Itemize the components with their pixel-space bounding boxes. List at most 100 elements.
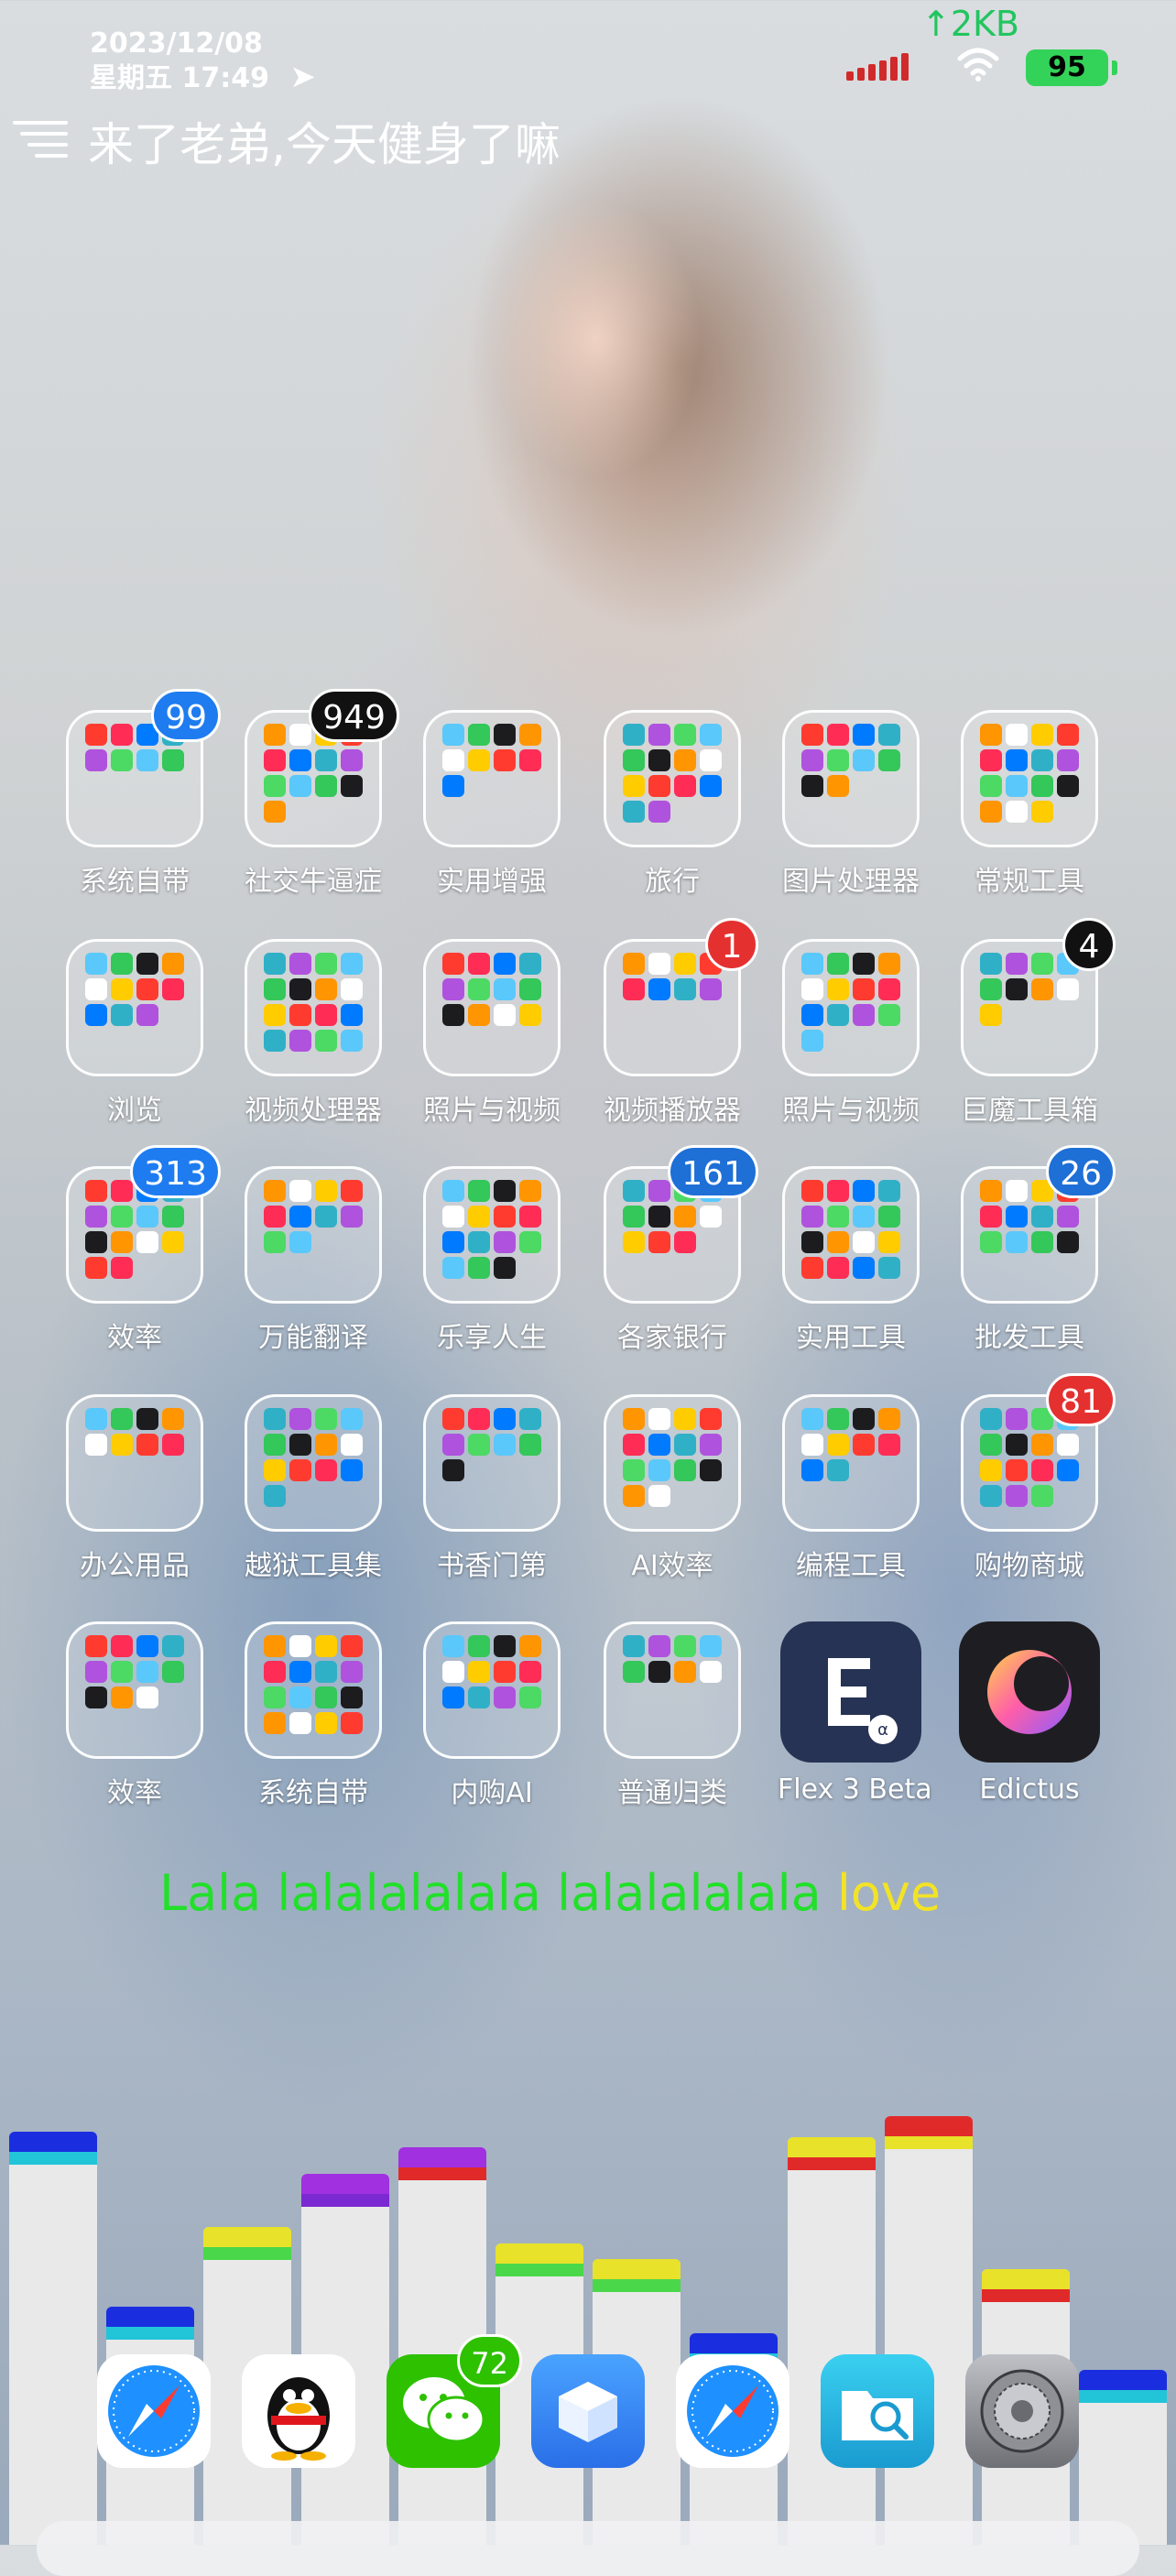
folder-item[interactable]: 常规工具 (956, 710, 1103, 899)
folder-item[interactable]: 照片与视频 (419, 939, 565, 1128)
mini-app-icon (264, 1231, 286, 1253)
folder-item[interactable]: 万能翻译 (240, 1166, 387, 1355)
dock-safari-icon[interactable] (97, 2354, 211, 2468)
mini-app-icon (111, 1408, 133, 1430)
folder-item[interactable]: 313 效率 (61, 1145, 221, 1355)
folder-item[interactable]: 效率 (61, 1621, 208, 1810)
mini-app-icon (264, 1408, 286, 1430)
mini-app-icon (801, 978, 823, 1000)
dock-file-search-icon[interactable] (821, 2354, 934, 2468)
folder-item[interactable]: 办公用品 (61, 1394, 208, 1583)
mini-app-icon (980, 724, 1002, 746)
mini-app-icon (289, 1180, 311, 1202)
mini-app-icon (341, 1004, 363, 1026)
mini-app-icon (468, 1661, 490, 1683)
mini-app-icon (801, 953, 823, 975)
folder-icon (961, 710, 1098, 847)
mini-app-icon (468, 1408, 490, 1430)
mini-app-icon (1006, 1206, 1028, 1228)
app-edictus-app[interactable]: Edictus (956, 1621, 1103, 1806)
dock-safari-icon[interactable] (676, 2354, 789, 2468)
mini-app-icon (442, 1434, 464, 1456)
folder-icon (604, 1394, 741, 1532)
folder-item[interactable]: 81 购物商城 (956, 1373, 1116, 1583)
mini-app-icon (341, 978, 363, 1000)
mini-app-icon (85, 1686, 107, 1708)
dock: 72 (0, 2334, 1176, 2473)
mini-app-icon (801, 1257, 823, 1279)
folder-item[interactable]: 4 巨魔工具箱 (956, 918, 1116, 1128)
mini-app-icon (700, 724, 722, 746)
mini-app-icon (980, 1459, 1002, 1481)
dock-wechat-icon[interactable]: 72 (387, 2334, 522, 2468)
mini-app-icon (519, 1635, 541, 1657)
mini-app-icon (85, 1231, 107, 1253)
dock-qq-icon[interactable] (242, 2354, 355, 2468)
mini-app-icon (1006, 1459, 1028, 1481)
folder-item[interactable]: 照片与视频 (778, 939, 924, 1128)
mini-app-icon (136, 1004, 158, 1026)
mini-app-icon (289, 1206, 311, 1228)
bottom-sheet-bar[interactable] (37, 2521, 1139, 2576)
mini-app-icon (878, 1257, 900, 1279)
folder-item[interactable]: 视频处理器 (240, 939, 387, 1128)
folder-item[interactable]: 99 系统自带 (61, 689, 221, 899)
mini-app-icon (264, 1180, 286, 1202)
mini-app-icon (264, 1485, 286, 1507)
folder-item[interactable]: 内购AI (419, 1621, 565, 1810)
folder-item[interactable]: 系统自带 (240, 1621, 387, 1810)
mini-app-icon (674, 1408, 696, 1430)
folder-item[interactable]: 161 各家银行 (599, 1145, 758, 1355)
mini-app-icon (264, 1004, 286, 1026)
folder-icon (66, 939, 203, 1076)
folder-icon (423, 1166, 561, 1304)
folder-icon (423, 1394, 561, 1532)
folder-item[interactable]: 普通归类 (599, 1621, 746, 1810)
visualizer-bar-cap (9, 2152, 97, 2165)
mini-app-icon (111, 724, 133, 746)
dock-settings-gear-icon[interactable] (965, 2354, 1079, 2468)
mini-app-icon (648, 1408, 670, 1430)
mini-app-icon (827, 953, 849, 975)
folder-item[interactable]: 实用增强 (419, 710, 565, 899)
mini-app-icon (700, 1635, 722, 1657)
mini-app-icon (853, 953, 875, 975)
folder-item[interactable]: 书香门第 (419, 1394, 565, 1583)
mini-app-icon (980, 978, 1002, 1000)
mini-app-icon (111, 1686, 133, 1708)
mini-app-icon (289, 953, 311, 975)
folder-item[interactable]: 26 批发工具 (956, 1145, 1116, 1355)
mini-app-icon (442, 724, 464, 746)
mini-app-icon (980, 775, 1002, 797)
mini-app-icon (648, 1206, 670, 1228)
mini-app-icon (341, 1408, 363, 1430)
folder-item[interactable]: 1 视频播放器 (599, 918, 758, 1128)
folder-item[interactable]: 949 社交牛逼症 (240, 689, 399, 899)
folder-item[interactable]: 编程工具 (778, 1394, 924, 1583)
folder-item[interactable]: 旅行 (599, 710, 746, 899)
folder-item[interactable]: 实用工具 (778, 1166, 924, 1355)
mini-app-icon (827, 1180, 849, 1202)
mini-app-icon (980, 1408, 1002, 1430)
mini-app-icon (111, 953, 133, 975)
dock-package-box-icon[interactable] (531, 2354, 645, 2468)
mini-app-icon (1057, 1231, 1079, 1253)
app-flex-app[interactable]: α Flex 3 Beta (778, 1621, 932, 1806)
mini-app-icon (289, 1030, 311, 1052)
mini-app-icon (264, 1661, 286, 1683)
mini-app-icon (827, 749, 849, 771)
visualizer-bar-cap (495, 2243, 583, 2264)
mini-app-icon (853, 749, 875, 771)
mini-app-icon (289, 775, 311, 797)
mini-app-icon (136, 1635, 158, 1657)
mini-app-icon (801, 775, 823, 797)
mini-app-icon (315, 749, 337, 771)
folder-item[interactable]: 越狱工具集 (240, 1394, 387, 1583)
folder-item[interactable]: 浏览 (61, 939, 208, 1128)
mini-app-icon (827, 1004, 849, 1026)
folder-item[interactable]: 乐享人生 (419, 1166, 565, 1355)
notification-badge: 1 (705, 918, 758, 971)
folder-item[interactable]: 图片处理器 (778, 710, 924, 899)
mini-app-icon (674, 1434, 696, 1456)
folder-item[interactable]: AI效率 (599, 1394, 746, 1583)
